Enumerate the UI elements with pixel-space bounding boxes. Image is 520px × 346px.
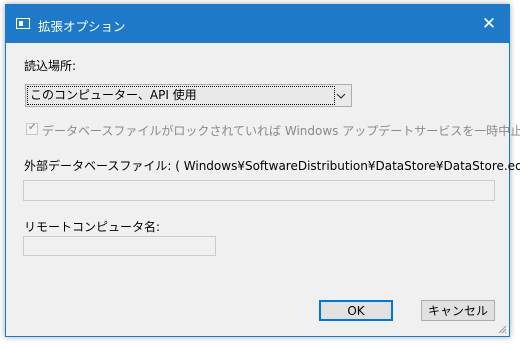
external-db-field[interactable] (23, 180, 495, 201)
remote-computer-field[interactable] (23, 236, 216, 256)
chevron-down-icon (334, 87, 348, 104)
ok-button[interactable]: OK (319, 300, 393, 321)
location-label: 読込場所: (24, 59, 77, 73)
pause-update-service-label: データベースファイルがロックされていれば Windows アップデートサービスを… (42, 124, 520, 138)
window-icon (16, 18, 30, 29)
external-db-label: 外部データベースファイル: ( Windows¥SoftwareDistribu… (24, 159, 520, 173)
pause-update-service-checkbox[interactable]: ✔ (26, 122, 38, 135)
extended-options-dialog: 拡張オプション ✕ 読込場所: このコンピューター、API 使用 ✔ データベー… (5, 4, 520, 337)
location-selected-value: このコンピューター、API 使用 (27, 86, 335, 105)
remote-computer-label: リモートコンピュータ名: (24, 220, 161, 234)
title-bar[interactable]: 拡張オプション ✕ (6, 5, 509, 43)
resize-grip-icon[interactable] (497, 324, 507, 334)
close-button[interactable]: ✕ (469, 5, 509, 43)
cancel-button[interactable]: キャンセル (421, 300, 495, 321)
location-dropdown[interactable]: このコンピューター、API 使用 (25, 84, 352, 107)
window-title: 拡張オプション (38, 19, 126, 34)
checkmark-icon: ✔ (28, 122, 37, 133)
